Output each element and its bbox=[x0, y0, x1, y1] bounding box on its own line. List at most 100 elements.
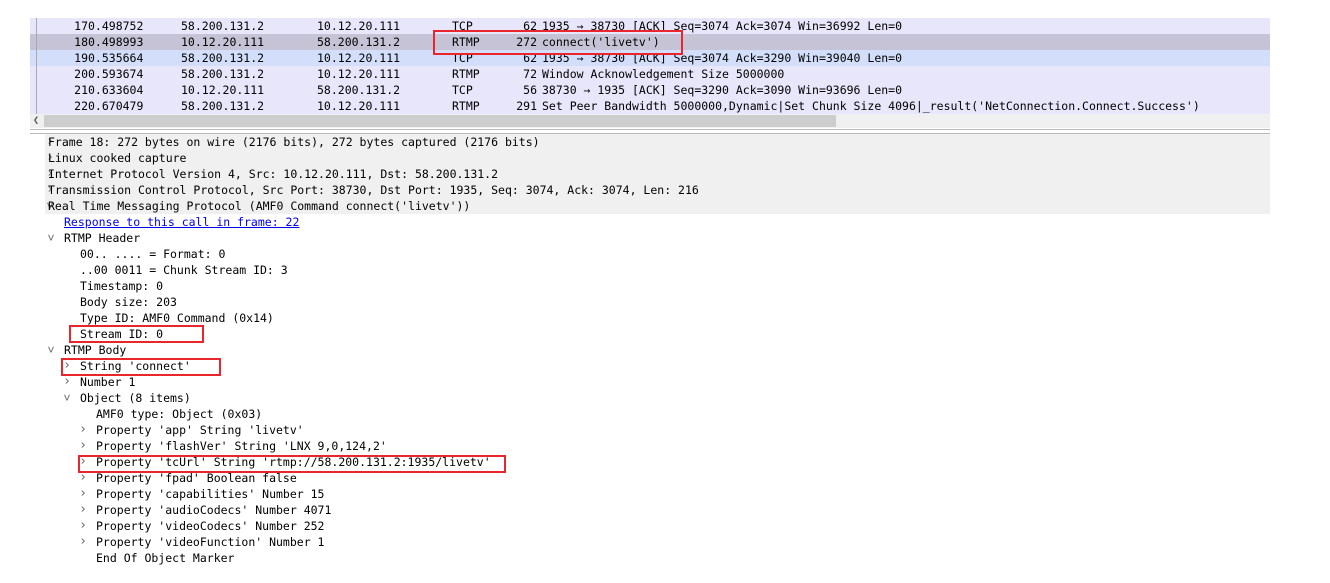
detail-text: End Of Object Marker bbox=[96, 551, 235, 565]
detail-text: String 'connect' bbox=[80, 359, 191, 373]
chevron-down-icon[interactable]: ˅ bbox=[45, 230, 57, 246]
packet-destination: 10.12.20.111 bbox=[317, 67, 401, 81]
detail-text: 00.. .... = Format: 0 bbox=[80, 247, 226, 261]
detail-tree-item[interactable]: › Property 'fpad' Boolean false bbox=[30, 470, 1270, 486]
detail-text: AMF0 type: Object (0x03) bbox=[96, 407, 263, 421]
packet-source: 58.200.131.2 bbox=[181, 67, 265, 81]
detail-text: Property 'videoCodecs' Number 252 bbox=[96, 519, 325, 533]
detail-tree-item[interactable]: Type ID: AMF0 Command (0x14) bbox=[30, 310, 1270, 326]
packet-row[interactable]: 20 0.593674 58.200.131.2 10.12.20.111 RTMP 72… bbox=[30, 66, 1270, 82]
horizontal-scrollbar[interactable]: ❮ bbox=[30, 114, 1270, 128]
detail-tree-item[interactable]: › Property 'capabilities' Number 15 bbox=[30, 486, 1270, 502]
packet-number: 17 bbox=[74, 19, 88, 33]
packet-destination: 10.12.20.111 bbox=[317, 51, 401, 65]
packet-row[interactable]: 22 0.670479 58.200.131.2 10.12.20.111 RTMP 29… bbox=[30, 98, 1270, 114]
response-frame-link[interactable]: Response to this call in frame: 22 bbox=[64, 214, 299, 230]
packet-length: 62 bbox=[523, 19, 537, 33]
detail-tree-item[interactable]: › Property 'app' String 'livetv' bbox=[30, 422, 1270, 438]
detail-tree-item[interactable]: Response to this call in frame: 22 bbox=[30, 214, 1270, 230]
packet-info: 1935 → 38730 [ACK] Seq=3074 Ack=3074 Win… bbox=[542, 19, 903, 33]
detail-tree-item[interactable]: › Transmission Control Protocol, Src Port… bbox=[45, 182, 1270, 198]
packet-row[interactable]: 21 0.633604 10.12.20.111 58.200.131.2 TCP 56 3… bbox=[30, 82, 1270, 98]
detail-text: Object (8 items) bbox=[80, 391, 191, 405]
packet-source: 58.200.131.2 bbox=[181, 19, 265, 33]
packet-time: 0.633604 bbox=[88, 83, 144, 97]
detail-tree-item[interactable]: ..00 0011 = Chunk Stream ID: 3 bbox=[30, 262, 1270, 278]
packet-destination: 10.12.20.111 bbox=[317, 99, 401, 113]
packet-list: 17 0.498752 58.200.131.2 10.12.20.111 TCP 62 1… bbox=[30, 18, 1270, 114]
packet-info: connect('livetv') bbox=[542, 35, 660, 49]
chevron-right-icon[interactable]: › bbox=[77, 438, 89, 454]
detail-text: Body size: 203 bbox=[80, 295, 177, 309]
packet-time: 0.498993 bbox=[88, 35, 144, 49]
detail-tree-item[interactable]: ˅ RTMP Body bbox=[30, 342, 1270, 358]
chevron-down-icon[interactable]: ˅ bbox=[61, 390, 73, 406]
packet-row[interactable]: 19 0.535664 58.200.131.2 10.12.20.111 TCP 62 1… bbox=[30, 50, 1270, 66]
chevron-right-icon[interactable]: › bbox=[77, 502, 89, 518]
packet-protocol: TCP bbox=[452, 83, 473, 97]
packet-number: 22 bbox=[74, 99, 88, 113]
packet-protocol: RTMP bbox=[452, 67, 480, 81]
packet-source: 58.200.131.2 bbox=[181, 99, 265, 113]
detail-tree-item[interactable]: › Frame 18: 272 bytes on wire (2176 bits)… bbox=[45, 134, 1270, 150]
packet-length: 272 bbox=[516, 35, 537, 49]
detail-text: Timestamp: 0 bbox=[80, 279, 164, 293]
packet-destination: 10.12.20.111 bbox=[317, 19, 401, 33]
detail-text: Transmission Control Protocol, Src Port:… bbox=[48, 183, 699, 197]
detail-text: Frame 18: 272 bytes on wire (2176 bits),… bbox=[48, 135, 540, 149]
detail-text: Property 'flashVer' String 'LNX 9,0,124,… bbox=[96, 439, 387, 453]
scrollbar-thumb[interactable] bbox=[44, 115, 836, 127]
detail-tree-item[interactable]: › Property 'flashVer' String 'LNX 9,0,124… bbox=[30, 438, 1270, 454]
detail-tree-item[interactable]: › Property 'videoFunction' Number 1 bbox=[30, 534, 1270, 550]
detail-text: Number 1 bbox=[80, 375, 136, 389]
detail-tree-item[interactable]: › Property 'audioCodecs' Number 4071 bbox=[30, 502, 1270, 518]
chevron-right-icon[interactable]: › bbox=[61, 374, 73, 390]
detail-tree-item[interactable]: › Property 'tcUrl' String 'rtmp://58.200.… bbox=[30, 454, 1270, 470]
packet-row[interactable]: 18 0.498993 10.12.20.111 58.200.131.2 RTMP 27… bbox=[30, 34, 1270, 50]
packet-source: 10.12.20.111 bbox=[181, 35, 265, 49]
detail-tree-item[interactable]: › Property 'videoCodecs' Number 252 bbox=[30, 518, 1270, 534]
detail-text: Property 'videoFunction' Number 1 bbox=[96, 535, 325, 549]
chevron-right-icon[interactable]: › bbox=[77, 534, 89, 550]
chevron-right-icon[interactable]: › bbox=[77, 454, 89, 470]
packet-row[interactable]: 17 0.498752 58.200.131.2 10.12.20.111 TCP 62 1… bbox=[30, 18, 1270, 34]
detail-tree-item[interactable]: › String 'connect' bbox=[30, 358, 1270, 374]
packet-number: 20 bbox=[74, 67, 88, 81]
packet-destination: 58.200.131.2 bbox=[317, 83, 401, 97]
packet-length: 62 bbox=[523, 51, 537, 65]
packet-protocol: RTMP bbox=[452, 35, 480, 49]
detail-tree-item[interactable]: AMF0 type: Object (0x03) bbox=[30, 406, 1270, 422]
detail-tree-item[interactable]: ˅ Object (8 items) bbox=[30, 390, 1270, 406]
detail-tree-item[interactable]: › Linux cooked capture bbox=[45, 150, 1270, 166]
detail-tree-item[interactable]: Stream ID: 0 bbox=[30, 326, 1270, 342]
chevron-right-icon[interactable]: › bbox=[61, 358, 73, 374]
packet-protocol: TCP bbox=[452, 19, 473, 33]
packet-length: 291 bbox=[516, 99, 537, 113]
detail-tree-item[interactable]: End Of Object Marker bbox=[30, 550, 1270, 566]
detail-tree-item[interactable]: 00.. .... = Format: 0 bbox=[30, 246, 1270, 262]
chevron-left-icon[interactable]: ❮ bbox=[33, 114, 39, 128]
packet-source: 10.12.20.111 bbox=[181, 83, 265, 97]
chevron-right-icon[interactable]: › bbox=[77, 486, 89, 502]
chevron-right-icon[interactable]: › bbox=[77, 470, 89, 486]
packet-destination: 58.200.131.2 bbox=[317, 35, 401, 49]
detail-tree-item[interactable]: Timestamp: 0 bbox=[30, 278, 1270, 294]
chevron-right-icon[interactable]: › bbox=[77, 518, 89, 534]
detail-tree-item[interactable]: › Internet Protocol Version 4, Src: 10.12… bbox=[45, 166, 1270, 182]
packet-info: Window Acknowledgement Size 5000000 bbox=[542, 67, 785, 81]
chevron-right-icon[interactable]: › bbox=[77, 422, 89, 438]
packet-info: 38730 → 1935 [ACK] Seq=3290 Ack=3090 Win… bbox=[542, 83, 903, 97]
packet-protocol: TCP bbox=[452, 51, 473, 65]
packet-protocol: RTMP bbox=[452, 99, 480, 113]
detail-text: Stream ID: 0 bbox=[80, 327, 164, 341]
packet-info: 1935 → 38730 [ACK] Seq=3074 Ack=3290 Win… bbox=[542, 51, 903, 65]
detail-text: ..00 0011 = Chunk Stream ID: 3 bbox=[80, 263, 288, 277]
detail-tree-item[interactable]: Body size: 203 bbox=[30, 294, 1270, 310]
detail-tree-item[interactable]: › Number 1 bbox=[30, 374, 1270, 390]
packet-details-tree: › Frame 18: 272 bytes on wire (2176 bits)… bbox=[30, 134, 1270, 566]
detail-text: RTMP Body bbox=[64, 343, 127, 357]
detail-tree-item[interactable]: ˅ Real Time Messaging Protocol (AMF0 Comm… bbox=[45, 198, 1270, 214]
detail-tree-item[interactable]: ˅ RTMP Header bbox=[30, 230, 1270, 246]
chevron-down-icon[interactable]: ˅ bbox=[45, 342, 57, 358]
detail-text: Internet Protocol Version 4, Src: 10.12.… bbox=[48, 167, 499, 181]
